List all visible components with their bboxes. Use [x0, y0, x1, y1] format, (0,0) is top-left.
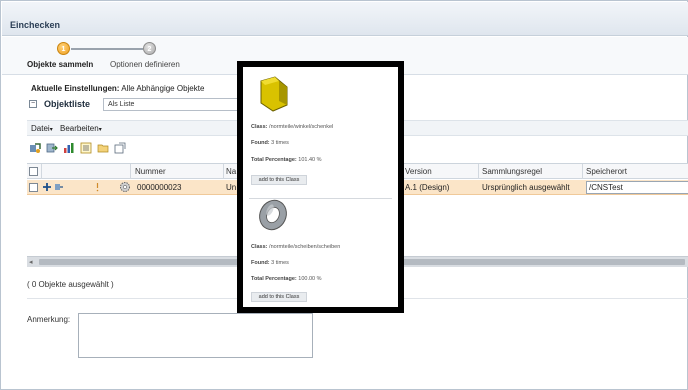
- menu-datei-label: Datei: [31, 124, 50, 133]
- angle-bracket-part-icon: [260, 76, 288, 112]
- column-separator[interactable]: [41, 164, 42, 179]
- class-value-1: /normteile/winkel/schenkel: [269, 124, 334, 130]
- found-label-1: Found:: [251, 140, 270, 146]
- title-bar: Einchecken: [2, 2, 688, 36]
- menu-bearbeiten[interactable]: Bearbeiten▾: [60, 124, 102, 133]
- add-to-class-button-1[interactable]: add to this Class: [251, 175, 307, 185]
- class-suggestion-popup: Class: /normteile/winkel/schenkel Found:…: [237, 61, 404, 313]
- gear-icon: [120, 182, 130, 192]
- column-header-sammlungsregel[interactable]: Sammlungsregel: [482, 167, 542, 176]
- step-1-label[interactable]: Objekte sammeln: [27, 60, 93, 69]
- column-header-speicherort[interactable]: Speicherort: [586, 167, 627, 176]
- cell-speicherort[interactable]: /CNSTest: [586, 181, 688, 194]
- step-2-indicator[interactable]: 2: [143, 42, 156, 55]
- view-mode-select[interactable]: Als Liste ▼: [103, 98, 250, 111]
- percentage-value-2: 100.00 %: [298, 276, 322, 282]
- class-line-1: Class: /normteile/winkel/schenkel: [251, 124, 333, 130]
- cell-version: A.1 (Design): [405, 183, 450, 192]
- column-separator[interactable]: [223, 164, 224, 179]
- class-line-2: Class: /normteile/scheiben/scheiben: [251, 244, 340, 250]
- chevron-down-icon: ▾: [98, 127, 102, 133]
- found-line-1: Found: 3 times: [251, 140, 289, 146]
- wizard-connector: [71, 48, 143, 50]
- settings-value[interactable]: Alle Abhängige Objekte: [121, 84, 204, 93]
- washer-part-icon: [259, 199, 287, 231]
- add-objects-icon[interactable]: [29, 142, 41, 154]
- found-label-2: Found:: [251, 260, 270, 266]
- column-header-nummer[interactable]: Nummer: [135, 167, 166, 176]
- percentage-value-1: 101.40 %: [298, 157, 322, 163]
- chart-icon[interactable]: [63, 142, 75, 154]
- class-value-2: /normteile/scheiben/scheiben: [269, 244, 341, 250]
- found-value-2: 3 times: [271, 260, 289, 266]
- add-to-class-button-2[interactable]: add to this Class: [251, 292, 307, 302]
- list-icon[interactable]: [80, 142, 92, 154]
- found-line-2: Found: 3 times: [251, 260, 289, 266]
- selection-count: ( 0 Objekte ausgewählt ): [27, 280, 114, 289]
- view-mode-value: Als Liste: [108, 101, 135, 108]
- checkin-window: Einchecken 1 2 Objekte sammeln Optionen …: [0, 0, 688, 390]
- chevron-down-icon: ▾: [49, 127, 53, 133]
- current-settings: Aktuelle Einstellungen: Alle Abhängige O…: [31, 84, 204, 93]
- new-window-icon[interactable]: [114, 142, 126, 154]
- column-separator[interactable]: [130, 164, 131, 179]
- column-header-version[interactable]: Version: [405, 167, 432, 176]
- percentage-line-1: Total Percentage: 101.40 %: [251, 157, 322, 163]
- step-1-indicator[interactable]: 1: [57, 42, 70, 55]
- chevron-left-icon[interactable]: ◂: [29, 258, 33, 266]
- dependency-icon[interactable]: [54, 182, 64, 192]
- select-all-checkbox[interactable]: [29, 167, 38, 176]
- collapse-icon[interactable]: −: [29, 100, 37, 108]
- percentage-line-2: Total Percentage: 100.00 %: [251, 276, 322, 282]
- collect-icon[interactable]: [46, 142, 58, 154]
- cell-name: Un: [226, 183, 237, 192]
- cell-nummer: 0000000023: [137, 183, 182, 192]
- folder-icon[interactable]: [97, 142, 109, 154]
- object-list-title: Objektliste: [44, 99, 91, 109]
- row-checkbox[interactable]: [29, 183, 38, 192]
- class-label-1: Class:: [251, 124, 268, 130]
- settings-label: Aktuelle Einstellungen:: [31, 84, 120, 93]
- add-icon[interactable]: [42, 182, 52, 192]
- remark-textarea[interactable]: [78, 313, 313, 358]
- remark-label: Anmerkung:: [27, 315, 71, 324]
- step-2-label[interactable]: Optionen definieren: [110, 60, 180, 69]
- column-separator[interactable]: [582, 164, 583, 179]
- menu-datei[interactable]: Datei▾: [31, 124, 53, 133]
- toolbar: [27, 141, 227, 159]
- percentage-label-2: Total Percentage:: [251, 276, 297, 282]
- percentage-label-1: Total Percentage:: [251, 157, 297, 163]
- cell-sammlungsregel: Ursprünglich ausgewählt: [482, 183, 570, 192]
- found-value-1: 3 times: [271, 140, 289, 146]
- window-title: Einchecken: [10, 20, 61, 30]
- column-header-name[interactable]: Na: [226, 167, 236, 176]
- column-separator[interactable]: [478, 164, 479, 179]
- class-label-2: Class:: [251, 244, 268, 250]
- menu-bearbeiten-label: Bearbeiten: [60, 124, 99, 133]
- status-icon: [96, 183, 99, 192]
